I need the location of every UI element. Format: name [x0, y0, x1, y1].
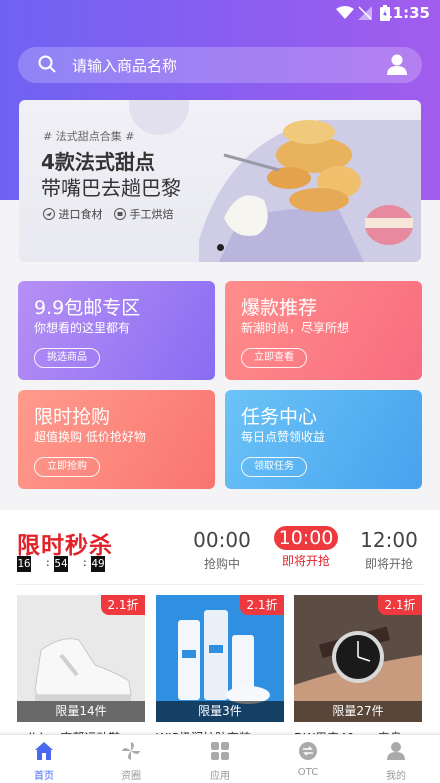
slot-status: 抢购中: [203, 557, 240, 571]
card-title: 任务中心: [241, 406, 318, 428]
card-title: 限时抢购: [34, 406, 111, 428]
banner-feature-handmade: 手工烘焙: [114, 206, 174, 222]
card-hot-recommend[interactable]: 爆款推荐 新潮时尚，尽享所想 立即查看: [225, 281, 422, 380]
flash-sale-section: 限时秒杀 16 : 54 : 49 00:00 抢购中 10:00 即将开抢 1…: [0, 510, 440, 745]
product-card[interactable]: 2.1折 限量27件 DW男表40mm表盘: [294, 595, 422, 745]
card-subtitle: 你想看的这里都有: [34, 321, 131, 335]
exchange-icon: [299, 742, 317, 760]
signal-icon: [358, 6, 372, 20]
banner-subtitle: 带嘴巴去趟巴黎: [41, 176, 181, 200]
card-button[interactable]: 立即抢购: [34, 457, 100, 477]
countdown-colon: :: [46, 556, 50, 569]
status-bar: 11:35: [0, 0, 440, 28]
search-bar[interactable]: 请输入商品名称: [18, 47, 422, 83]
search-icon: [38, 55, 56, 73]
card-title: 爆款推荐: [241, 297, 318, 319]
feature-label: 手工烘焙: [129, 208, 174, 221]
home-icon: [35, 742, 53, 760]
card-button[interactable]: 立即查看: [241, 348, 307, 368]
tab-label: 首页: [34, 771, 54, 782]
user-icon[interactable]: [387, 54, 407, 76]
discount-badge: 2.1折: [101, 595, 145, 615]
product-card[interactable]: 2.1折 限量3件 WIS极润护肤套装: [156, 595, 284, 745]
tab-mine[interactable]: 我的: [366, 741, 426, 782]
card-task-center[interactable]: 任务中心 每日点赞领收益 领取任务: [225, 390, 422, 489]
countdown-colon: :: [83, 556, 87, 569]
time-slot-0000[interactable]: 00:00 抢购中: [182, 526, 262, 572]
tab-label: 应用: [210, 771, 230, 782]
wifi-icon: [336, 6, 354, 19]
countdown-seconds: 49: [91, 556, 105, 572]
banner-tag: # 法式甜点合集 #: [43, 130, 135, 143]
tab-label: OTC: [297, 767, 319, 778]
countdown-minutes: 54: [54, 556, 68, 572]
plane-icon: [43, 208, 55, 220]
product-card[interactable]: 2.1折 限量14件 adidas 高帮运动鞋: [17, 595, 145, 745]
carousel-indicator[interactable]: [217, 244, 224, 251]
card-button[interactable]: 领取任务: [241, 457, 307, 477]
chef-hat-icon: [114, 208, 126, 220]
tab-home[interactable]: 首页: [14, 741, 74, 782]
grid-icon: [211, 742, 229, 760]
card-subtitle: 超值换购 低价抢好物: [34, 430, 146, 444]
card-subtitle: 新潮时尚，尽享所想: [241, 321, 350, 335]
search-input[interactable]: 请输入商品名称: [72, 55, 177, 76]
time-slot-1000[interactable]: 10:00 即将开抢: [266, 526, 346, 569]
card-free-shipping[interactable]: 9.9包邮专区 你想看的这里都有 挑选商品: [18, 281, 215, 380]
card-subtitle: 每日点赞领收益: [241, 430, 326, 444]
banner-feature-imported: 进口食材: [43, 206, 103, 222]
card-title: 9.9包邮专区: [34, 297, 141, 319]
slot-time: 10:00: [274, 526, 338, 550]
tab-circle[interactable]: 资圈: [101, 741, 161, 782]
discount-badge: 2.1折: [240, 595, 284, 615]
quantity-label: 限量27件: [294, 701, 422, 722]
promo-banner[interactable]: # 法式甜点合集 # 4款法式甜点 带嘴巴去趟巴黎 进口食材 手工烘焙: [19, 100, 421, 262]
slot-status: 即将开抢: [364, 557, 413, 571]
bottom-tab-bar: 首页 资圈 应用 OTC 我的: [0, 734, 440, 783]
card-button[interactable]: 挑选商品: [34, 348, 100, 368]
countdown-hours: 16: [17, 556, 31, 572]
card-limited-sale[interactable]: 限时抢购 超值换购 低价抢好物 立即抢购: [18, 390, 215, 489]
tab-otc[interactable]: OTC: [278, 741, 338, 778]
banner-title: 4款法式甜点: [41, 150, 155, 174]
flash-sale-title: 限时秒杀: [17, 533, 113, 559]
tab-label: 资圈: [121, 771, 141, 782]
slot-time: 00:00: [193, 528, 251, 552]
tab-apps[interactable]: 应用: [190, 741, 250, 782]
divider: [17, 584, 423, 585]
slot-status: 即将开抢: [281, 554, 330, 568]
feature-label: 进口食材: [58, 208, 103, 221]
discount-badge: 2.1折: [378, 595, 422, 615]
quantity-label: 限量3件: [156, 701, 284, 722]
quantity-label: 限量14件: [17, 701, 145, 722]
tab-label: 我的: [386, 771, 406, 782]
time-slot-1200[interactable]: 12:00 即将开抢: [349, 526, 429, 572]
user-icon: [387, 742, 405, 760]
slot-time: 12:00: [360, 528, 418, 552]
clock: 11:35: [382, 4, 430, 22]
pinwheel-icon: [122, 742, 140, 760]
